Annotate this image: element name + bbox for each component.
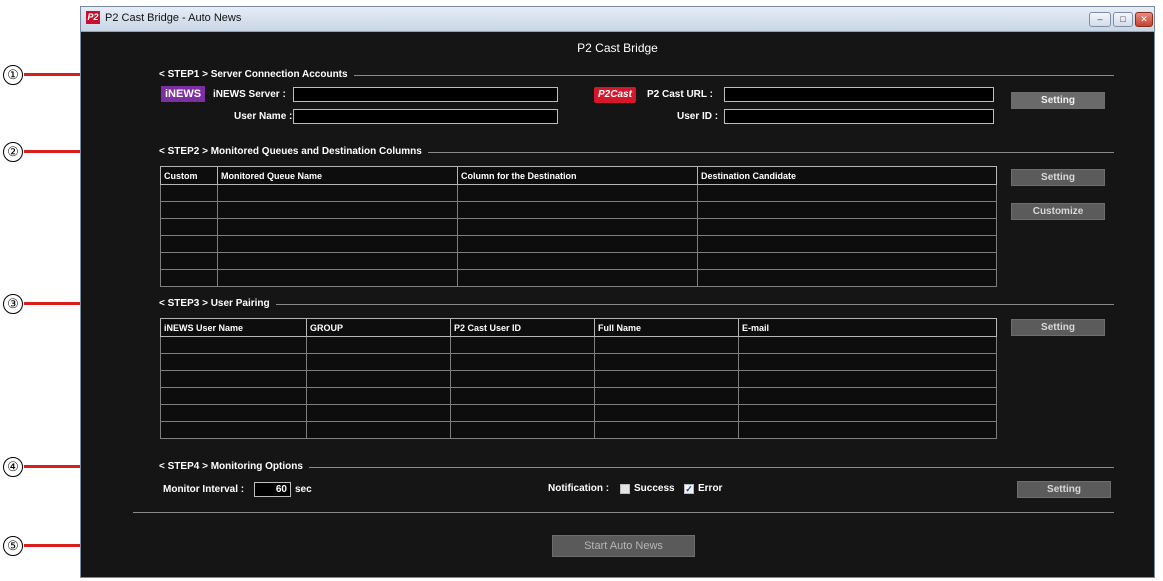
table-row[interactable] — [160, 336, 997, 354]
step1-header: < STEP1 > Server Connection Accounts — [159, 69, 1114, 83]
sec-label: sec — [295, 484, 312, 495]
callout-number: ④ — [3, 457, 23, 477]
column-header[interactable]: iNEWS User Name — [160, 318, 307, 337]
table-row[interactable] — [160, 201, 997, 219]
column-header[interactable]: Destination Candidate — [697, 166, 997, 185]
window-title: P2 Cast Bridge - Auto News — [105, 12, 242, 24]
callout-number: ① — [3, 65, 23, 85]
callout-number: ③ — [3, 294, 23, 314]
minimize-button[interactable]: – — [1089, 12, 1111, 27]
success-label: Success — [634, 483, 675, 494]
inews-logo: iNEWS — [161, 86, 206, 102]
user-id-input[interactable] — [724, 109, 994, 124]
monitor-interval-input[interactable] — [254, 482, 291, 497]
table-row[interactable] — [160, 235, 997, 253]
table-row[interactable] — [160, 252, 997, 270]
error-checkbox[interactable]: ✓ — [684, 484, 694, 494]
app-window: P2 P2 Cast Bridge - Auto News – □ ✕ P2 C… — [80, 6, 1155, 578]
step2-title: < STEP2 > Monitored Queues and Destinati… — [159, 146, 428, 157]
table-row[interactable] — [160, 218, 997, 236]
p2cast-url-input[interactable] — [724, 87, 994, 102]
table-row[interactable] — [160, 421, 997, 439]
column-header[interactable]: Monitored Queue Name — [217, 166, 458, 185]
user-id-label: User ID : — [677, 111, 719, 122]
step4-header: < STEP4 > Monitoring Options — [159, 461, 1114, 475]
column-header[interactable]: E-mail — [738, 318, 997, 337]
user-pairing-table: iNEWS User Name GROUP P2 Cast User ID Fu… — [160, 318, 997, 439]
app-title: P2 Cast Bridge — [577, 41, 658, 55]
column-header[interactable]: Column for the Destination — [457, 166, 698, 185]
monitor-interval-label: Monitor Interval : — [163, 484, 245, 495]
user-name-input[interactable] — [293, 109, 558, 124]
inews-server-label: iNEWS Server : — [213, 89, 286, 100]
table-row[interactable] — [160, 269, 997, 287]
success-checkbox[interactable] — [620, 484, 630, 494]
user-name-label: User Name : — [234, 111, 293, 122]
column-header[interactable]: Full Name — [594, 318, 739, 337]
step4-title: < STEP4 > Monitoring Options — [159, 461, 309, 472]
table-row[interactable] — [160, 353, 997, 371]
step3-header: < STEP3 > User Pairing — [159, 298, 1114, 312]
inews-server-input[interactable] — [293, 87, 558, 102]
step1-setting-button[interactable]: Setting — [1011, 92, 1105, 109]
step3-title: < STEP3 > User Pairing — [159, 298, 276, 309]
section-divider — [159, 304, 1114, 305]
table-row[interactable] — [160, 184, 997, 202]
p2-app-icon: P2 — [86, 11, 100, 24]
table-row[interactable] — [160, 387, 997, 405]
queue-table: Custom Monitored Queue Name Column for t… — [160, 166, 997, 287]
table-row[interactable] — [160, 370, 997, 388]
callout-number: ② — [3, 142, 23, 162]
step2-customize-button[interactable]: Customize — [1011, 203, 1105, 220]
maximize-button[interactable]: □ — [1113, 12, 1133, 27]
title-bar: P2 P2 Cast Bridge - Auto News – □ ✕ — [81, 7, 1154, 32]
column-header[interactable]: Custom — [160, 166, 218, 185]
step1-title: < STEP1 > Server Connection Accounts — [159, 69, 354, 80]
column-header[interactable]: GROUP — [306, 318, 451, 337]
start-auto-news-button[interactable]: Start Auto News — [552, 535, 695, 557]
p2cast-logo: P2Cast — [594, 87, 636, 103]
step4-setting-button[interactable]: Setting — [1017, 481, 1111, 498]
callout-number: ⑤ — [3, 536, 23, 556]
step2-header: < STEP2 > Monitored Queues and Destinati… — [159, 146, 1114, 160]
p2cast-url-label: P2 Cast URL : — [647, 89, 713, 100]
column-header[interactable]: P2 Cast User ID — [450, 318, 595, 337]
footer-divider — [133, 512, 1114, 513]
step3-setting-button[interactable]: Setting — [1011, 319, 1105, 336]
step2-setting-button[interactable]: Setting — [1011, 169, 1105, 186]
close-button[interactable]: ✕ — [1135, 12, 1153, 27]
table-row[interactable] — [160, 404, 997, 422]
error-label: Error — [698, 483, 723, 494]
notification-label: Notification : — [548, 483, 610, 494]
